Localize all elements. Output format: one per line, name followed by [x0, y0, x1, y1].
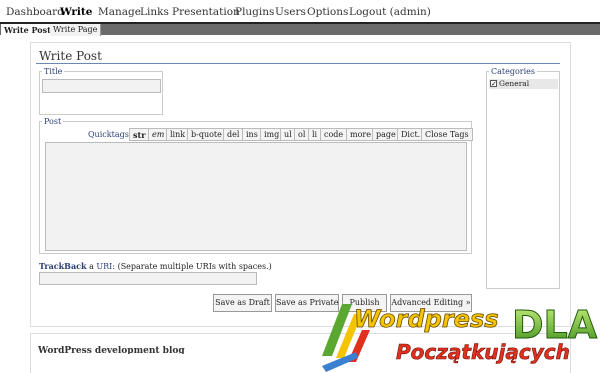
- post-content-textarea[interactable]: [45, 142, 467, 251]
- nav-users[interactable]: Users: [275, 6, 306, 18]
- trackback-note: : (Separate multiple URIs with spaces.): [112, 262, 272, 271]
- nav-manage[interactable]: Manage: [98, 6, 141, 18]
- uri-link[interactable]: URI: [96, 262, 112, 271]
- nav-plugins[interactable]: Plugins: [235, 6, 274, 18]
- trackback-input[interactable]: [39, 272, 257, 285]
- categories-legend: Categories: [491, 67, 535, 76]
- quicktag-page-button[interactable]: page: [372, 128, 400, 141]
- nav-links[interactable]: Links: [140, 6, 169, 18]
- quicktag-str-button[interactable]: str: [129, 128, 150, 141]
- wordpress-dla-poczatkujacych-logo: Wordpress DLA Początkujących: [322, 303, 598, 372]
- trackback-label: TrackBack a URI: (Separate multiple URIs…: [39, 261, 272, 271]
- subtab-write-post[interactable]: Write Post: [1, 24, 55, 36]
- quicktag-code-button[interactable]: code: [320, 128, 348, 141]
- nav-options[interactable]: Options: [307, 6, 348, 18]
- subtab-write-page[interactable]: Write Page: [50, 24, 102, 36]
- quicktag-close-tags-button[interactable]: Close Tags: [421, 128, 473, 141]
- title-legend: Title: [44, 67, 63, 76]
- quicktag-link-button[interactable]: link: [166, 128, 190, 141]
- categories-fieldset: Categories: [486, 67, 560, 289]
- category-label-general: General: [499, 79, 530, 88]
- quicktag-del-button[interactable]: del: [223, 128, 244, 141]
- logo-wordpress-text: Wordpress: [354, 305, 499, 333]
- quicktags-label: Quicktags:: [88, 130, 132, 139]
- nav-presentation[interactable]: Presentation: [172, 6, 240, 18]
- widget-heading: WordPress development blog: [38, 346, 185, 354]
- trackback-a: a: [86, 262, 97, 271]
- quicktag-more-button[interactable]: more: [346, 128, 375, 141]
- save-draft-button[interactable]: Save as Draft: [213, 294, 272, 312]
- nav-dashboard[interactable]: Dashboard: [6, 6, 64, 18]
- trackback-link[interactable]: TrackBack: [39, 261, 87, 271]
- title-divider: [36, 63, 560, 64]
- nav-logout[interactable]: Logout (admin): [349, 6, 431, 18]
- nav-write[interactable]: Write: [60, 6, 92, 18]
- page-title: Write Post: [39, 49, 102, 63]
- logo-poczatkujacych-text: Początkujących: [396, 340, 570, 364]
- quicktag-bquote-button[interactable]: b-quote: [187, 128, 226, 141]
- top-navigation: Dashboard Write Manage Links Presentatio…: [0, 0, 600, 22]
- title-input[interactable]: [42, 79, 161, 93]
- quicktag-ins-button[interactable]: ins: [242, 128, 262, 141]
- category-checkbox-general[interactable]: ✓: [490, 80, 497, 88]
- post-legend: Post: [44, 117, 62, 126]
